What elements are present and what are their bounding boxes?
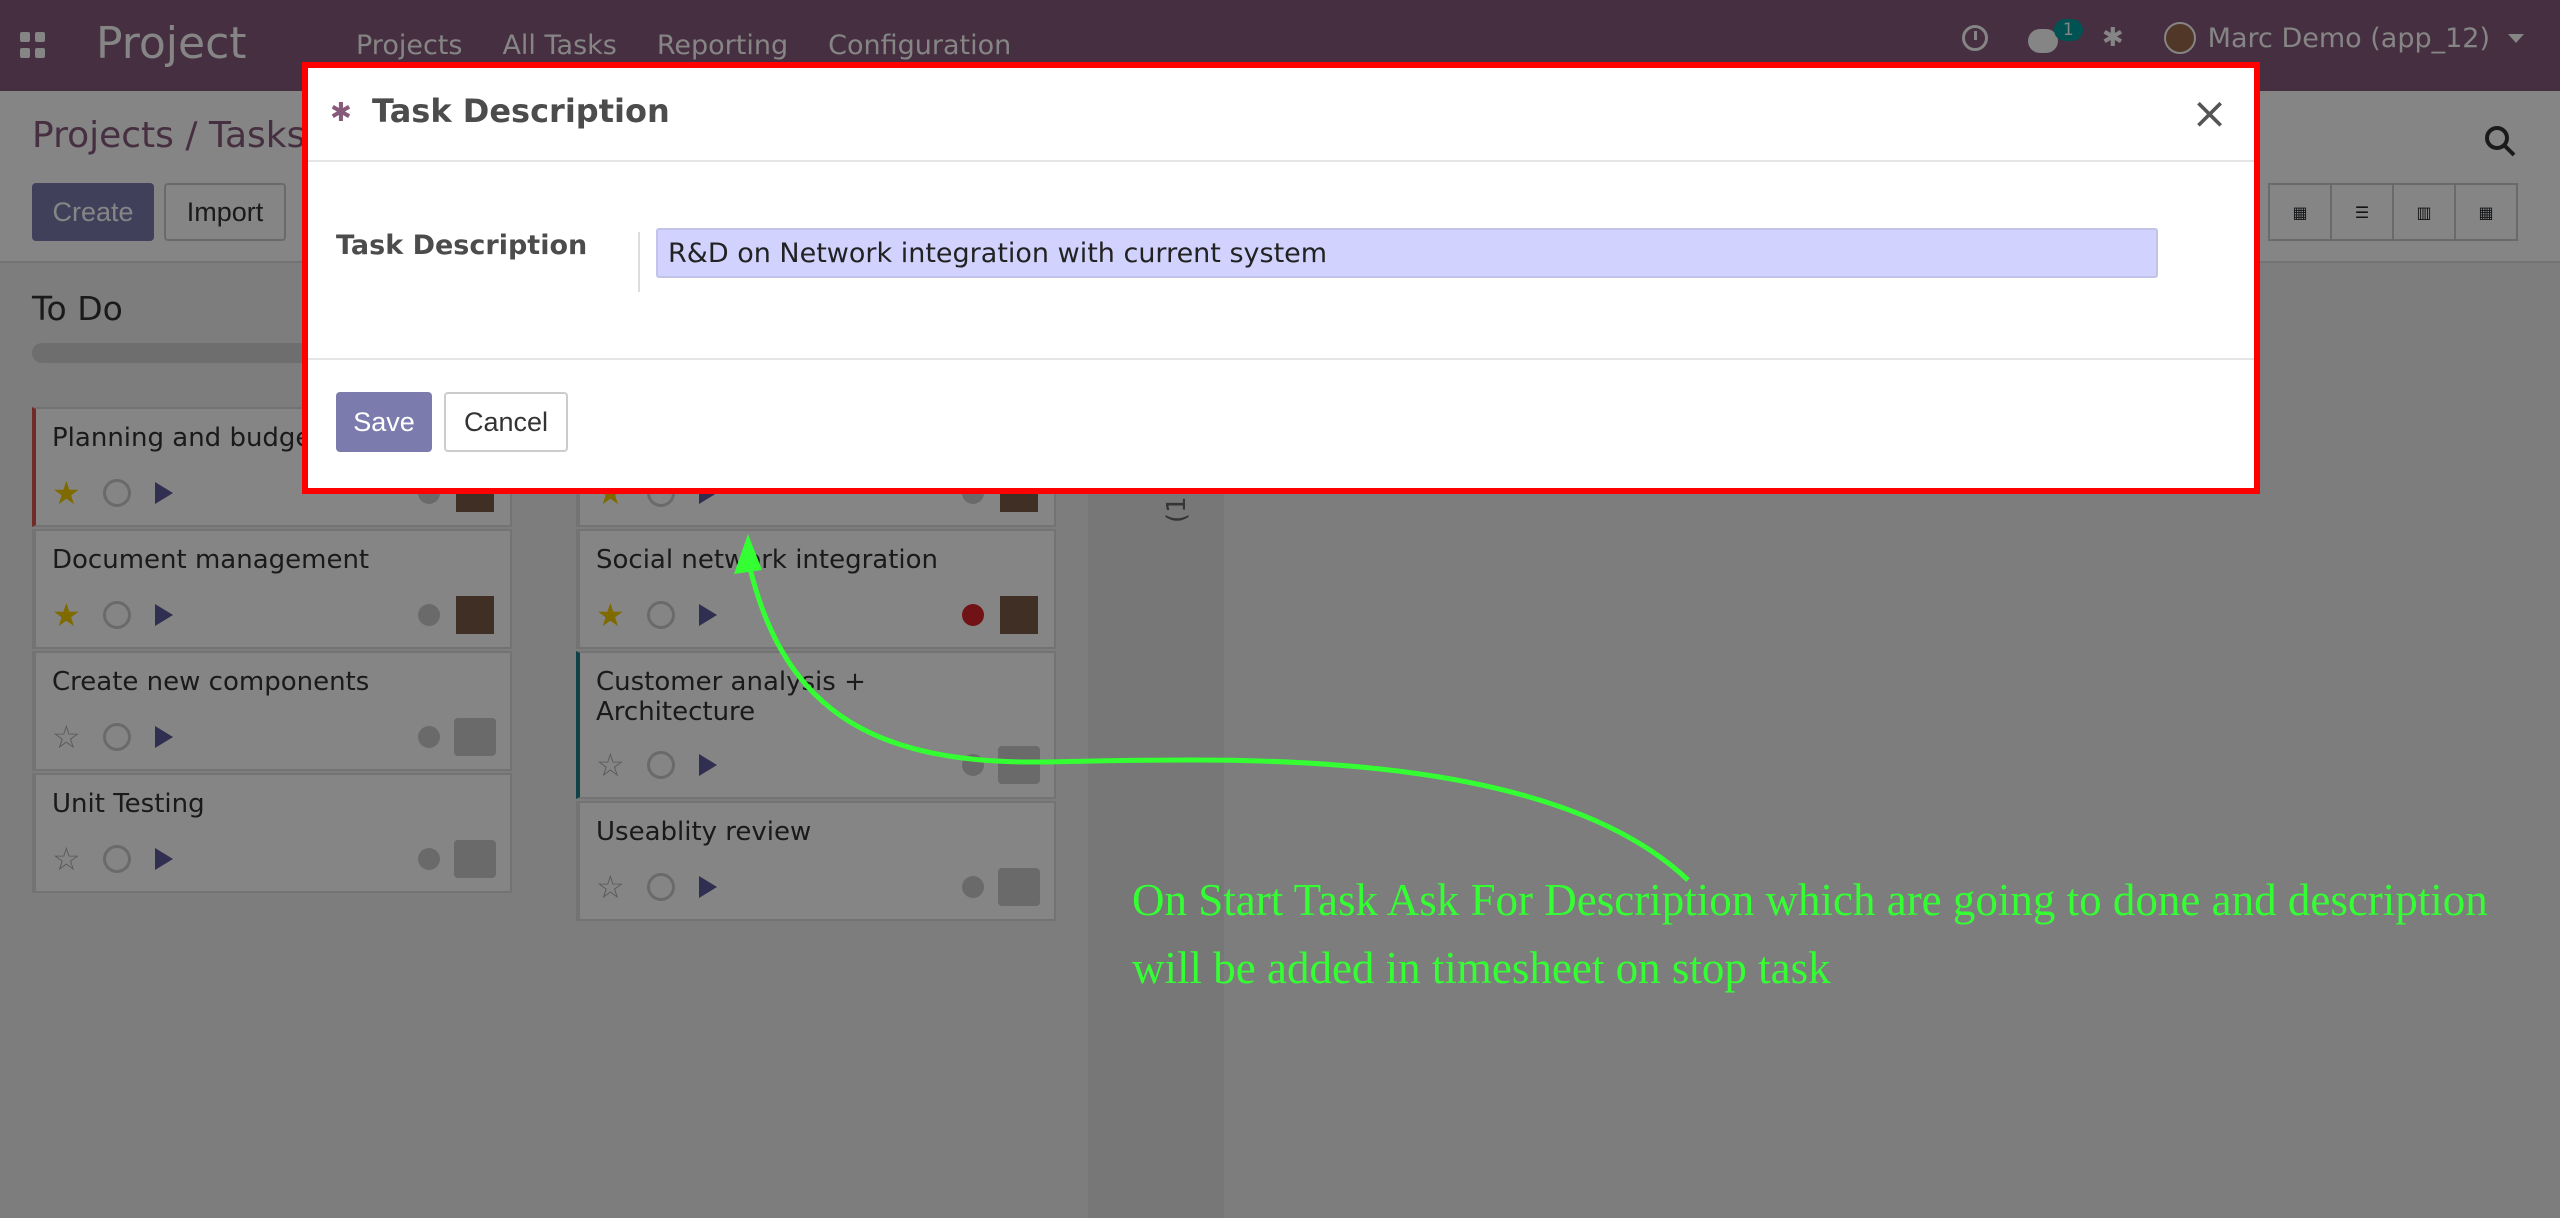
cancel-button[interactable]: Cancel (444, 392, 568, 452)
annotation-note: On Start Task Ask For Description which … (1132, 875, 2488, 993)
dialog-header: ✱ Task Description × (308, 68, 2254, 162)
close-icon[interactable]: × (2191, 88, 2228, 139)
field-separator (638, 232, 640, 292)
field-label: Task Description (336, 230, 588, 261)
dialog-footer-divider (308, 358, 2254, 360)
task-description-input[interactable] (656, 228, 2158, 278)
dialog-title: Task Description (372, 92, 670, 130)
bug-icon: ✱ (330, 98, 352, 128)
save-button[interactable]: Save (336, 392, 432, 452)
task-description-dialog: ✱ Task Description × Task Description Sa… (302, 62, 2260, 494)
